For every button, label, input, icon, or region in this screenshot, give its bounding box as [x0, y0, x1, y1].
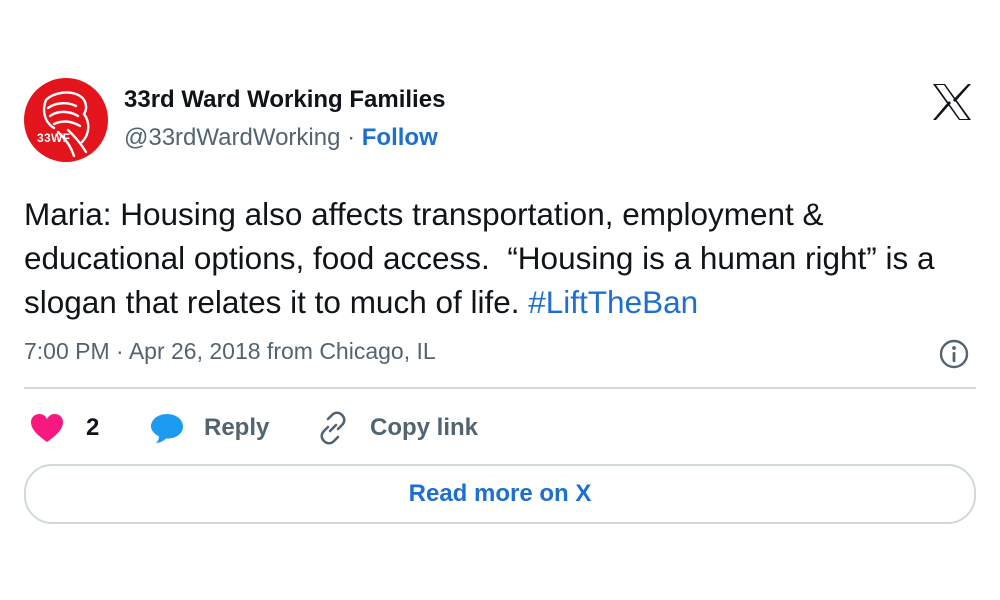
divider	[24, 387, 976, 389]
avatar-text: 33WF	[37, 131, 71, 145]
reply-button[interactable]: Reply	[150, 408, 269, 448]
heart-icon	[31, 414, 63, 442]
tweet-body: Maria: Housing also affects transportati…	[24, 196, 944, 320]
like-button[interactable]: 2	[30, 408, 99, 448]
handle-separator: ·	[340, 124, 362, 151]
display-name[interactable]: 33rd Ward Working Families	[124, 86, 445, 114]
reply-label: Reply	[204, 414, 270, 441]
handle-line: @33rdWardWorking · Follow	[124, 124, 438, 152]
info-icon[interactable]	[938, 338, 970, 370]
avatar[interactable]: 33WF	[24, 78, 108, 162]
tweet-timestamp[interactable]: 7:00 PM · Apr 26, 2018 from Chicago, IL	[24, 338, 436, 365]
copy-link-button[interactable]: Copy link	[316, 408, 478, 448]
like-count: 2	[86, 414, 100, 441]
x-logo-icon[interactable]	[931, 82, 973, 122]
tweet-text: Maria: Housing also affects transportati…	[24, 192, 974, 324]
speech-bubble-icon	[151, 414, 183, 443]
copy-link-label: Copy link	[370, 414, 479, 441]
link-icon	[320, 411, 346, 445]
read-more-button[interactable]: Read more on X	[24, 464, 976, 524]
tweet-embed: 33WF 33rd Ward Working Families @33rdWar…	[0, 0, 1000, 600]
fist-logo-icon	[42, 91, 90, 158]
user-handle[interactable]: @33rdWardWorking	[124, 124, 340, 151]
hashtag-link[interactable]: #LiftTheBan	[528, 284, 698, 320]
follow-button[interactable]: Follow	[362, 124, 438, 151]
